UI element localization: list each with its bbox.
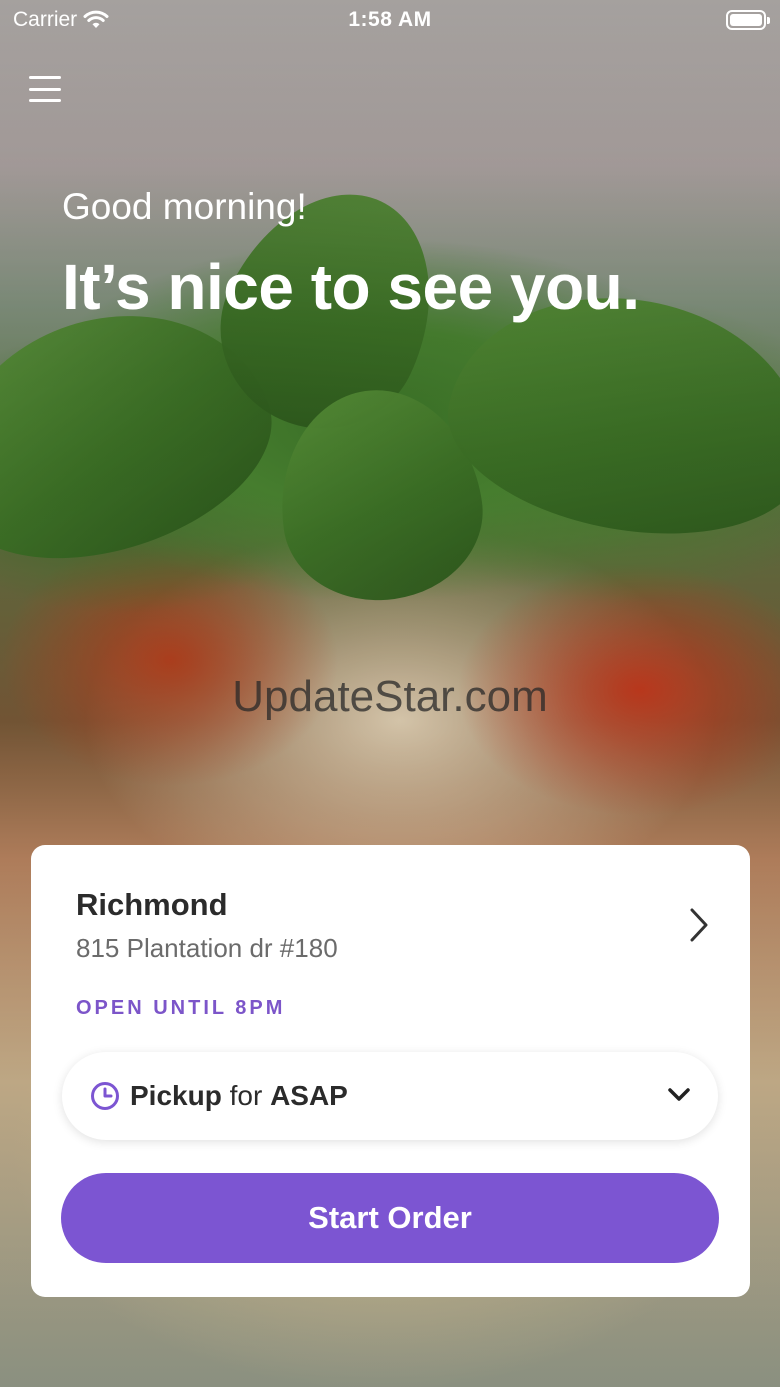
menu-line: [29, 76, 61, 79]
status-time: 1:58 AM: [348, 8, 432, 31]
chevron-down-icon: [668, 1088, 690, 1101]
battery-level: [730, 14, 762, 26]
chevron-right-icon[interactable]: [690, 908, 708, 942]
menu-line: [29, 99, 61, 102]
location-name: Richmond: [76, 887, 228, 922]
menu-line: [29, 87, 61, 91]
status-bar: Carrier 1:58 AM: [0, 0, 780, 40]
watermark: UpdateStar.com: [232, 672, 548, 721]
location-address: 815 Plantation dr #180: [76, 933, 338, 963]
clock-icon: [91, 1082, 119, 1110]
pickup-summary: Pickup for ASAP: [130, 1080, 348, 1112]
order-mode: Pickup: [130, 1080, 222, 1111]
order-time: ASAP: [270, 1080, 348, 1111]
location-card: Richmond 815 Plantation dr #180 OPEN UNT…: [31, 845, 750, 1297]
order-connector: for: [229, 1080, 263, 1111]
start-order-button[interactable]: Start Order: [61, 1173, 719, 1263]
welcome-headline: It’s nice to see you.: [62, 251, 640, 323]
battery-icon: [726, 10, 770, 30]
hamburger-menu-icon[interactable]: [28, 72, 62, 106]
greeting-text: Good morning!: [62, 186, 307, 227]
pickup-time-selector[interactable]: Pickup for ASAP: [62, 1052, 718, 1140]
open-status: OPEN UNTIL 8PM: [76, 997, 286, 1019]
